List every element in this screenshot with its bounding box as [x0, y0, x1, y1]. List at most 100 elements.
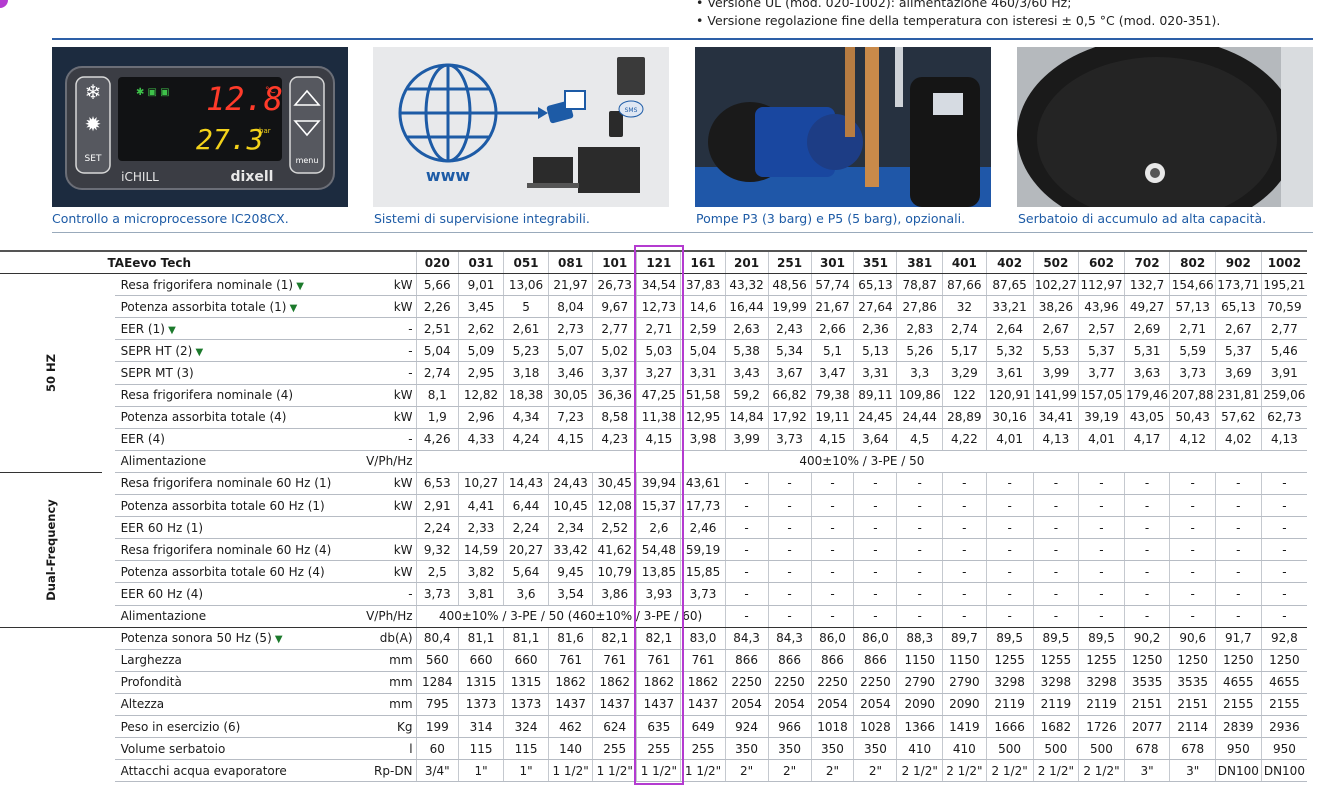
value-cell: 4,33 [458, 428, 504, 451]
dash-cell: - [985, 560, 1034, 584]
monitor-icon [578, 147, 640, 193]
unit-cell: kW [366, 273, 417, 297]
dash-cell: - [1260, 516, 1308, 540]
model-header: 301 [810, 250, 854, 275]
value-cell: 2,73 [548, 317, 593, 341]
dixell-logo: dixell [231, 169, 274, 185]
value-cell: 2,52 [592, 516, 637, 540]
network-port-icon [564, 90, 586, 110]
group-dual-frequency-label: Dual-Frequency [43, 499, 58, 601]
model-header: 702 [1123, 250, 1170, 275]
value-cell: 4,5 [896, 428, 943, 451]
group-50hz-label: 50 HZ [43, 354, 58, 393]
value-cell: 255 [592, 737, 637, 761]
value-cell: 112,97 [1078, 273, 1125, 297]
value-cell: 3,29 [942, 361, 987, 385]
dash-cell: - [985, 516, 1034, 540]
value-cell: 2,43 [767, 317, 812, 341]
value-cell: 91,7 [1215, 627, 1262, 650]
value-cell: 2054 [724, 693, 769, 716]
spacer-cell [0, 627, 102, 649]
value-cell: 4,02 [1215, 428, 1262, 451]
dash-cell: - [896, 605, 943, 628]
value-cell: 1250 [1260, 649, 1308, 672]
value-cell: 10,45 [548, 494, 593, 518]
dash-cell: - [853, 516, 897, 540]
value-cell: 5,04 [680, 339, 726, 363]
laptop-icon [533, 157, 573, 183]
value-cell: 65,13 [1215, 295, 1262, 319]
value-cell: 2" [767, 759, 812, 783]
value-cell: 2,77 [1260, 317, 1308, 341]
row-label: Resa frigorifera nominale (1) ▼ [114, 273, 367, 297]
dash-cell: - [724, 582, 769, 606]
model-header: 802 [1169, 250, 1216, 275]
value-cell: 1437 [592, 693, 637, 716]
value-cell: 24,45 [853, 406, 897, 429]
value-cell: 86,0 [853, 627, 897, 650]
value-cell: 19,11 [810, 406, 854, 429]
row-label: Peso in esercizio (6) [114, 715, 367, 739]
value-cell: 761 [680, 649, 726, 672]
dash-cell: - [985, 472, 1034, 496]
value-cell: 84,3 [724, 627, 769, 650]
ichill-logo: iCHILL [121, 170, 159, 184]
value-cell: 2 1/2" [1032, 759, 1079, 783]
caption-tank: Serbatoio di accumulo ad alta capacità. [1018, 211, 1267, 226]
value-cell: 2,96 [458, 406, 504, 429]
dash-cell: - [942, 605, 987, 628]
triangle-marker-icon: ▼ [271, 634, 283, 646]
dash-cell: - [1260, 582, 1308, 606]
value-cell: 195,21 [1260, 273, 1308, 297]
value-cell: 66,82 [767, 384, 812, 407]
caption-pumps: Pompe P3 (3 barg) e P5 (5 barg), opziona… [696, 211, 966, 226]
value-cell: 2,24 [503, 516, 549, 540]
value-cell: 3535 [1169, 671, 1216, 694]
value-cell: 500 [1078, 737, 1125, 761]
dash-cell: - [1169, 605, 1216, 628]
value-cell: 21,97 [548, 273, 593, 297]
value-cell: 2,26 [415, 295, 459, 319]
value-cell: 5,37 [1078, 339, 1125, 363]
value-cell: 4655 [1215, 671, 1262, 694]
display-temp-unit: °C [265, 86, 276, 96]
value-cell: 30,16 [985, 406, 1034, 429]
value-cell: 4,41 [458, 494, 504, 518]
value-cell: 1315 [458, 671, 504, 694]
model-header: 602 [1078, 250, 1125, 275]
pump-illustration [695, 47, 991, 207]
row-label-text: Alimentazione [120, 454, 207, 469]
caption-controller: Controllo a microprocessore IC208CX. [52, 211, 289, 226]
value-cell: 4,13 [1032, 428, 1079, 451]
dash-cell: - [985, 538, 1034, 562]
value-cell: 350 [810, 737, 854, 761]
unit-cell: kW [366, 494, 417, 518]
dash-cell: - [942, 560, 987, 584]
value-cell: 795 [415, 693, 459, 716]
dash-cell: - [1260, 605, 1308, 628]
value-cell: 2,24 [415, 516, 459, 540]
value-cell: 5,59 [1169, 339, 1216, 363]
row-label: EER (1) ▼ [114, 317, 367, 341]
dash-cell: - [1078, 605, 1125, 628]
row-label-text: Altezza [120, 697, 165, 712]
unit-cell: db(A) [366, 627, 417, 650]
dash-cell: - [1078, 560, 1125, 584]
value-cell: 81,1 [503, 627, 549, 650]
dash-cell: - [1032, 472, 1079, 496]
value-cell: 2151 [1169, 693, 1216, 716]
unit-cell: kW [366, 406, 417, 429]
triangle-marker-icon: ▼ [293, 280, 304, 292]
value-cell: 2054 [853, 693, 897, 716]
value-cell: 89,11 [853, 384, 897, 407]
value-cell: 14,84 [724, 406, 769, 429]
value-cell: 5,37 [1215, 339, 1262, 363]
value-cell: 19,99 [767, 295, 812, 319]
tablet-icon [617, 57, 645, 95]
row-label: EER 60 Hz (1) [114, 516, 367, 540]
value-cell: 2119 [1032, 693, 1079, 716]
value-cell: 81,1 [458, 627, 504, 650]
spacer-cell [102, 274, 115, 296]
value-cell: 3" [1123, 759, 1170, 783]
value-cell: 2790 [896, 671, 943, 694]
